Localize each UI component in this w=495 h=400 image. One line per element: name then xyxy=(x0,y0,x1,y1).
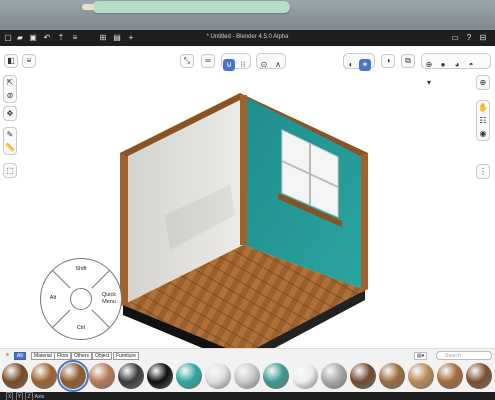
asset-menu-icon[interactable]: ≡ xyxy=(4,352,11,360)
snap-group: ⊍ ⁝⁝ xyxy=(221,53,251,71)
pie-right-label[interactable]: Quick Menu xyxy=(99,292,119,306)
proportional-icon[interactable]: ⊙ xyxy=(258,59,270,71)
right-toolbar-group1: ⊕ xyxy=(476,75,490,90)
pie-top-label[interactable]: Shift xyxy=(72,266,90,272)
hamburger-menu-button[interactable]: ≡ xyxy=(22,54,36,68)
right-toolbar-group3: ⋮ xyxy=(476,164,490,179)
tab-furniture[interactable]: Furniture xyxy=(113,352,140,360)
material-thumbnail-gray-stone[interactable] xyxy=(321,363,347,389)
hand-icon[interactable]: ✋ xyxy=(477,101,489,114)
material-thumbnail-black-gloss[interactable] xyxy=(147,363,173,389)
top-bar: ▢ ▰ ▣ ↶ ⇡ ≡ ⊞ ▤ + * Untitled - Blender 4… xyxy=(0,30,495,46)
material-shading-icon[interactable]: ◕ xyxy=(451,59,463,71)
left-toolbar-group3: ✎ 📏 xyxy=(3,127,17,155)
view-options-button[interactable]: ▤▾ xyxy=(414,352,428,360)
material-thumbnail-white[interactable] xyxy=(205,363,231,389)
pie-left-label[interactable]: Alt xyxy=(44,295,62,301)
overlays-button[interactable]: ◑ xyxy=(381,54,395,68)
select-tool-icon[interactable]: ⇱ xyxy=(4,76,16,89)
falloff-icon[interactable]: ∧ xyxy=(272,59,284,71)
help-icon[interactable]: ? xyxy=(464,33,474,43)
device-bezel xyxy=(0,0,495,30)
window-title: * Untitled - Blender 4.5.0 Alpha xyxy=(206,34,289,40)
file-icon[interactable]: ▢ xyxy=(3,33,13,43)
pie-bottom-label[interactable]: Ctrl xyxy=(72,325,90,331)
material-thumbnail-oak-light[interactable] xyxy=(408,363,434,389)
tab-all[interactable]: All xyxy=(14,352,26,360)
material-thumbnail-light-gray[interactable] xyxy=(234,363,260,389)
left-toolbar-group1: ⇱ ⊚ xyxy=(3,75,17,103)
left-toolbar-group2: ✥ xyxy=(3,106,17,121)
link-tool-button[interactable]: ∞ xyxy=(201,54,215,68)
xray-button[interactable]: ⧉ xyxy=(401,54,415,68)
material-thumbnail-terracotta[interactable] xyxy=(89,363,115,389)
tab-others[interactable]: Others xyxy=(71,352,93,360)
status-text: Axis xyxy=(34,394,45,400)
undo-icon[interactable]: ↶ xyxy=(42,33,52,43)
status-key-y: Y xyxy=(15,392,24,400)
solid-shading-icon[interactable]: ● xyxy=(437,59,449,71)
room-scene[interactable] xyxy=(110,75,385,375)
render-icon[interactable]: ⊞ xyxy=(98,33,108,43)
plus-icon[interactable]: + xyxy=(126,33,136,43)
gizmo-group: ◐ ✶ xyxy=(343,53,375,71)
add-cube-tool-icon[interactable]: ⬚ xyxy=(4,164,16,177)
status-key-x: X xyxy=(6,392,14,400)
toggle-toolbar-button[interactable]: ◧ xyxy=(4,54,18,68)
folder-icon[interactable]: ▰ xyxy=(15,33,25,43)
more-options-icon[interactable]: ⋮ xyxy=(477,165,489,178)
tab-object[interactable]: Object xyxy=(92,352,113,360)
material-thumbnail-teal-plastic[interactable] xyxy=(176,363,202,389)
camera-icon[interactable]: ▤ xyxy=(112,33,122,43)
proportional-group: ⊙ ∧ xyxy=(256,53,286,69)
left-toolbar-group4: ⬚ xyxy=(3,163,17,178)
blender-screen: ▢ ▰ ▣ ↶ ⇡ ≡ ⊞ ▤ + * Untitled - Blender 4… xyxy=(0,30,495,400)
rendered-shading-icon[interactable]: ◓ xyxy=(465,59,477,71)
gizmo-icon[interactable]: ✶ xyxy=(359,59,371,71)
annotate-tool-icon[interactable]: ✎ xyxy=(4,128,16,141)
material-thumbnail-white-plaster[interactable] xyxy=(292,363,318,389)
stylus-pencil xyxy=(82,1,290,13)
move-tool-icon[interactable]: ✥ xyxy=(4,107,16,120)
beam-corner xyxy=(240,95,247,245)
snap-grid-icon[interactable]: ⁝⁝ xyxy=(237,59,249,71)
material-thumbnail-dark-metal[interactable] xyxy=(118,363,144,389)
display-icon[interactable]: ▭ xyxy=(450,33,460,43)
properties-icon[interactable]: ☷ xyxy=(477,114,489,127)
tab-material[interactable]: Material xyxy=(31,352,55,360)
shading-dropdown-icon[interactable]: ▾ xyxy=(423,77,435,89)
upload-icon[interactable]: ⇡ xyxy=(56,33,66,43)
viewport-overlay-icon[interactable]: ◐ xyxy=(345,59,357,71)
material-thumbnail-walnut[interactable] xyxy=(350,363,376,389)
measure-tool-icon[interactable]: 📏 xyxy=(4,141,16,154)
material-thumbnail-teal-matte[interactable] xyxy=(263,363,289,389)
beam-right xyxy=(361,153,368,293)
save-icon[interactable]: ▣ xyxy=(28,33,38,43)
shading-group: ⊕ ● ◕ ◓▾ xyxy=(421,53,491,87)
material-thumbnail-oak[interactable] xyxy=(379,363,405,389)
status-key-z: Z xyxy=(25,392,33,400)
snap-magnet-icon[interactable]: ⊍ xyxy=(223,59,235,71)
wireframe-shading-icon[interactable]: ⊕ xyxy=(423,59,435,71)
menu-icon[interactable]: ≡ xyxy=(70,33,80,43)
asset-search-input[interactable]: Search xyxy=(436,351,492,360)
material-thumbnail-wood-medium[interactable] xyxy=(31,363,57,389)
right-toolbar-group2: ✋ ☷ ◉ xyxy=(476,100,490,141)
material-thumbnail-teak[interactable] xyxy=(437,363,463,389)
zoom-icon[interactable]: ⊕ xyxy=(477,76,489,89)
cursor-tool-icon[interactable]: ⊚ xyxy=(4,89,16,102)
status-bar: X Y Z Axis xyxy=(0,392,495,400)
grid-icon[interactable]: ⊟ xyxy=(478,33,488,43)
tab-floor[interactable]: Floor xyxy=(54,352,72,360)
visibility-icon[interactable]: ◉ xyxy=(477,127,489,140)
transform-tool-button[interactable]: ⤡ xyxy=(180,54,194,68)
pie-center[interactable] xyxy=(70,288,92,310)
pie-menu: Shift Alt Quick Menu Ctrl xyxy=(40,258,122,340)
material-thumbnail-cedar[interactable] xyxy=(466,363,492,389)
material-thumbnail-wood-dark[interactable] xyxy=(2,363,28,389)
material-thumbnail-parquet[interactable] xyxy=(57,360,89,392)
